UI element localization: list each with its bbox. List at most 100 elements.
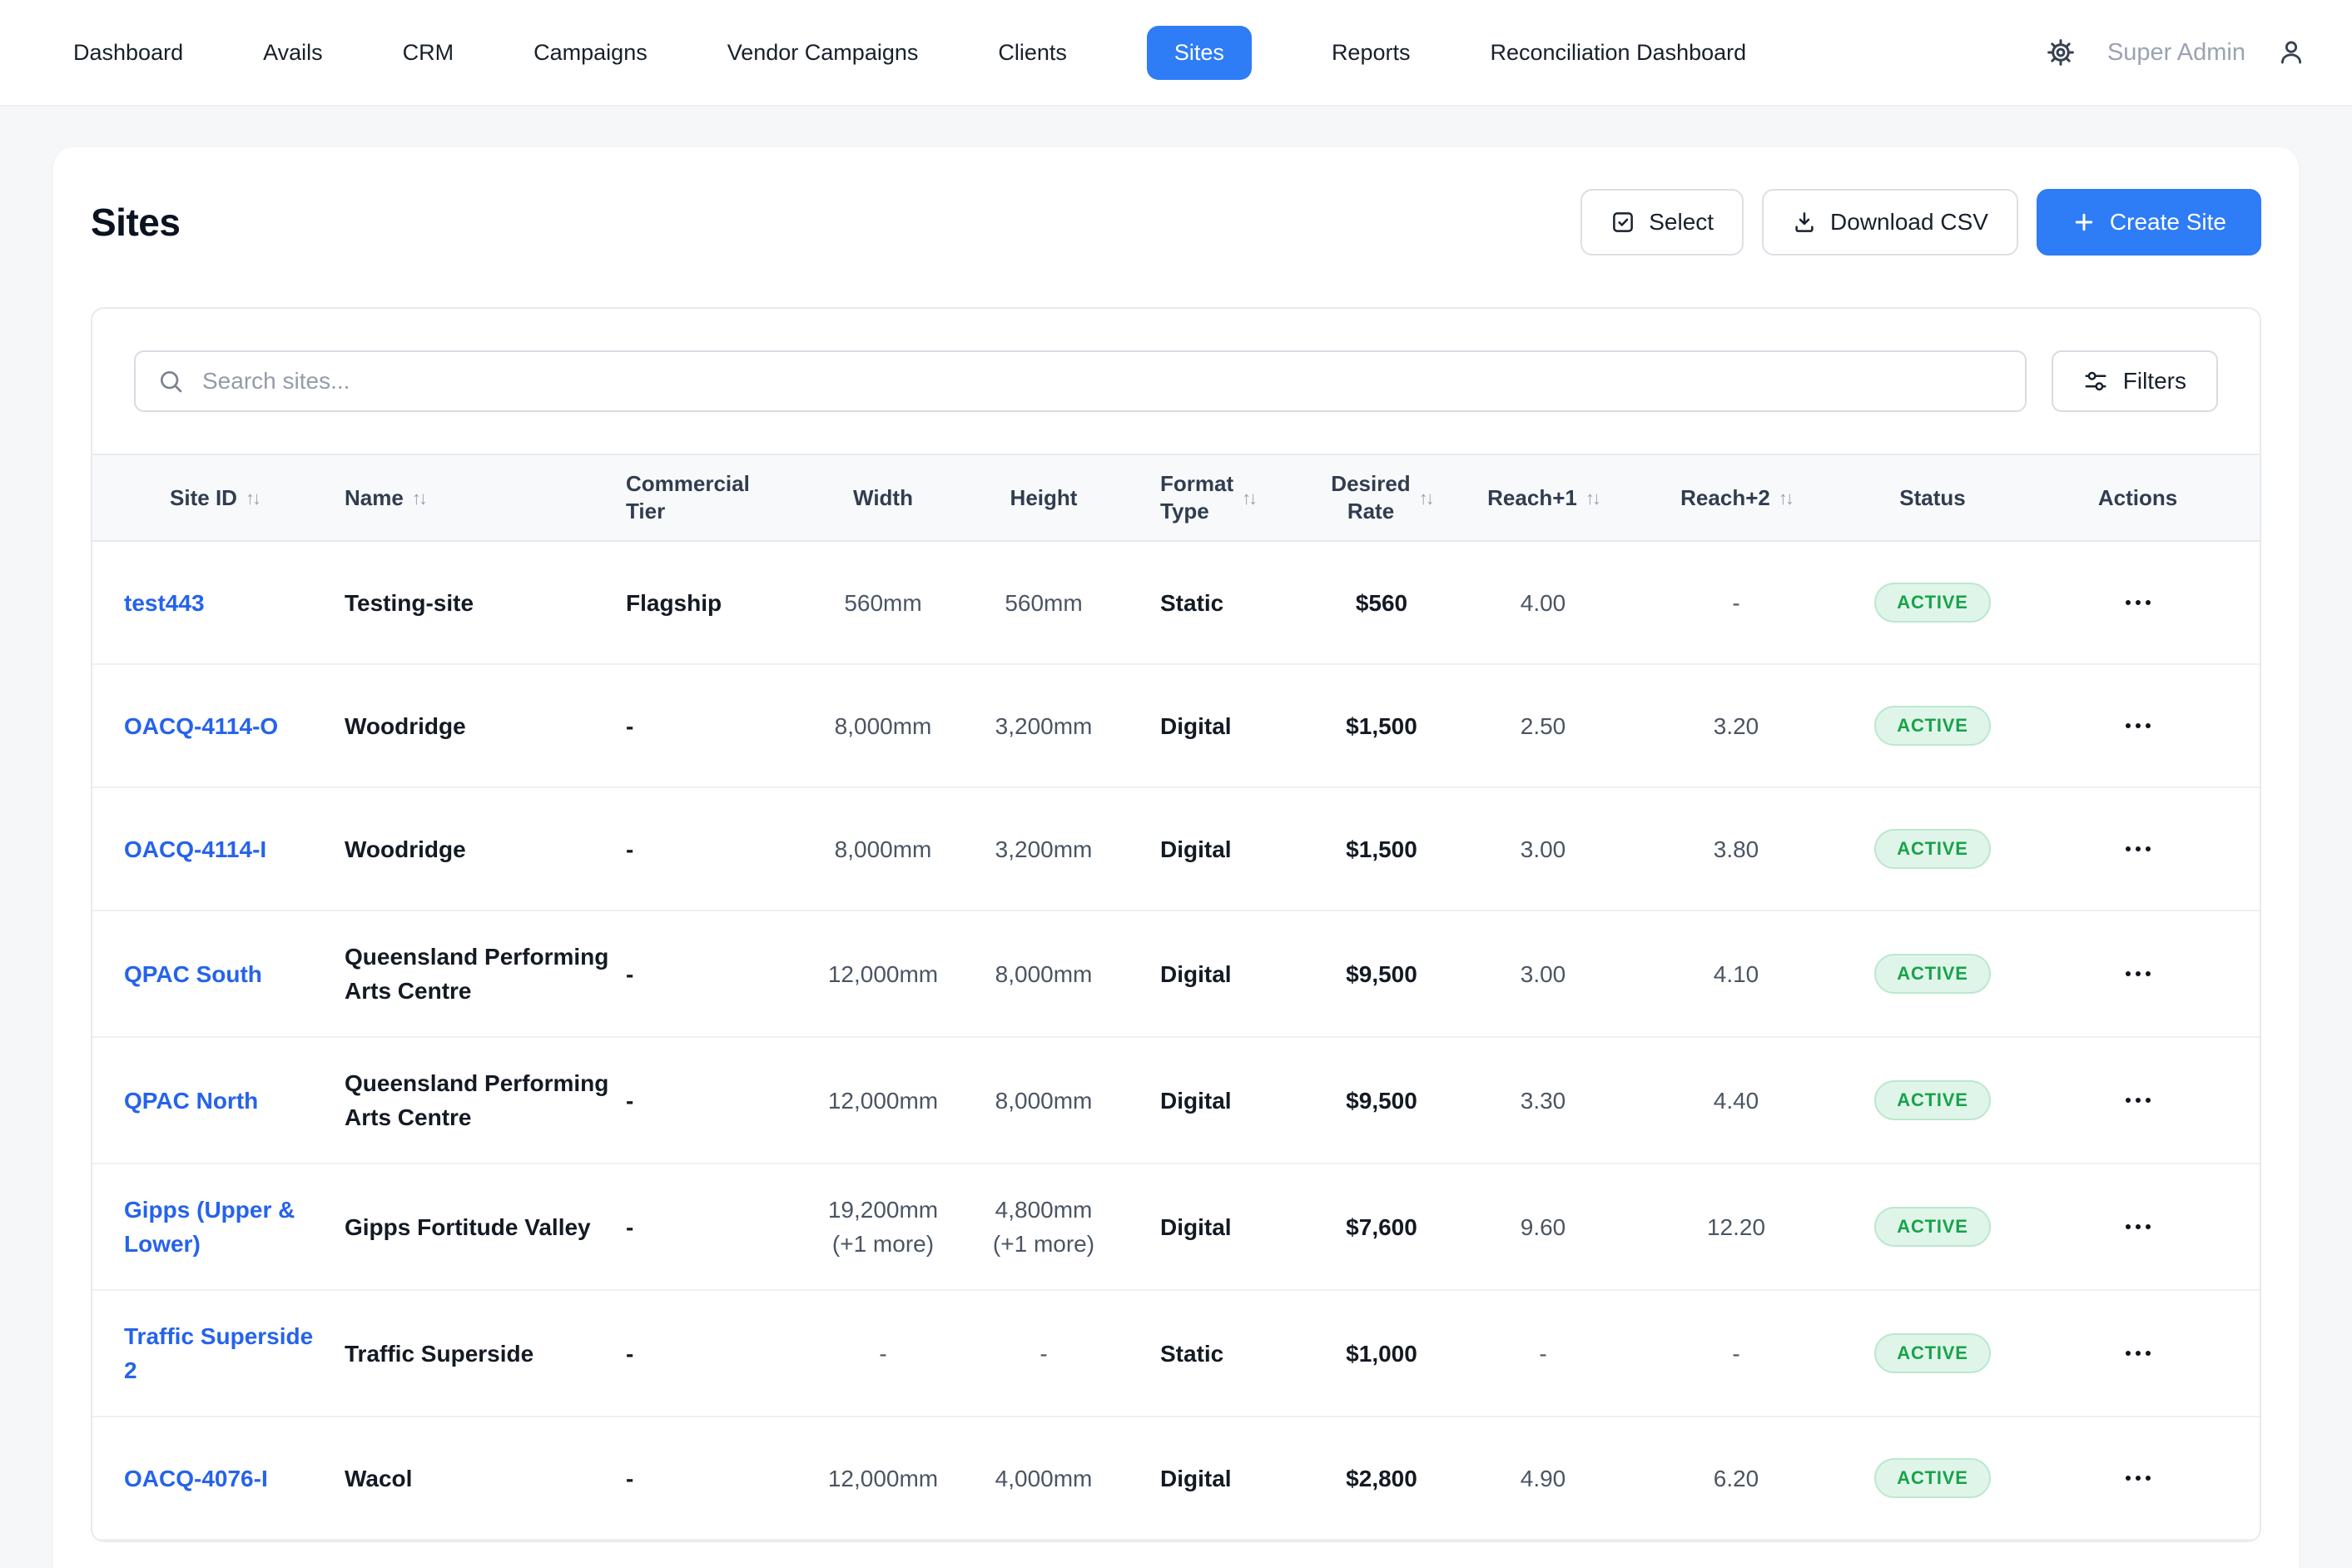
nav-item-reports[interactable]: Reports	[1332, 40, 1411, 66]
column-header-reach2[interactable]: Reach+2↑↓	[1623, 455, 1849, 540]
row-actions-button[interactable]	[2114, 1086, 2162, 1114]
cell-value: -	[879, 1337, 886, 1371]
cell-value: 4.40	[1714, 1084, 1759, 1118]
nav-item-reconciliation-dashboard[interactable]: Reconciliation Dashboard	[1490, 40, 1746, 66]
cell-value: -	[626, 1461, 633, 1496]
sort-arrows-icon[interactable]: ↑↓	[1779, 484, 1792, 512]
column-header-height: Height	[964, 455, 1124, 540]
site-id-link[interactable]: OACQ-4114-I	[124, 832, 266, 866]
cell-reach2: 12.20	[1623, 1164, 1849, 1289]
sort-arrows-icon[interactable]: ↑↓	[1419, 484, 1432, 512]
site-id-link[interactable]: test443	[124, 586, 205, 620]
user-menu-button[interactable]	[2277, 38, 2305, 67]
column-header-status: Status	[1849, 455, 2016, 540]
column-header-name[interactable]: Name↑↓	[336, 455, 618, 540]
site-id-link[interactable]: QPAC South	[124, 957, 262, 991]
sites-card: Sites Select	[53, 147, 2299, 1568]
cell-status: ACTIVE	[1849, 1164, 2016, 1289]
settings-button[interactable]	[2046, 37, 2076, 67]
cell-status: ACTIVE	[1849, 1038, 2016, 1163]
cell-value: 8,000mm	[995, 957, 1093, 991]
nav-item-sites[interactable]: Sites	[1147, 26, 1252, 80]
sort-arrows-icon[interactable]: ↑↓	[1242, 484, 1255, 512]
column-header-reach1[interactable]: Reach+1↑↓	[1463, 455, 1623, 540]
cell-value: 3.80	[1714, 832, 1759, 866]
column-header-format[interactable]: Format Type ↑↓	[1124, 455, 1300, 540]
table-header-row: Site ID↑↓Name↑↓Commercial TierWidthHeigh…	[92, 454, 2260, 542]
nav-item-campaigns[interactable]: Campaigns	[533, 40, 648, 66]
row-actions-button[interactable]	[2114, 1464, 2162, 1492]
cell-format: Digital	[1124, 788, 1300, 910]
site-id-link[interactable]: Traffic Superside 2	[124, 1319, 328, 1387]
column-header-rate[interactable]: Desired Rate↑↓	[1300, 455, 1463, 540]
cell-value: $1,000	[1346, 1337, 1417, 1371]
cell-value: 560mm	[844, 586, 921, 620]
nav-item-clients[interactable]: Clients	[998, 40, 1067, 66]
cell-value: 4.90	[1521, 1461, 1566, 1496]
cell-actions	[2016, 1291, 2260, 1416]
sort-arrows-icon[interactable]: ↑↓	[412, 484, 425, 512]
cell-actions	[2016, 1038, 2260, 1163]
cell-actions	[2016, 665, 2260, 786]
nav-item-dashboard[interactable]: Dashboard	[73, 40, 183, 66]
site-id-link[interactable]: OACQ-4076-I	[124, 1461, 268, 1496]
create-site-button[interactable]: Create Site	[2037, 189, 2261, 256]
row-actions-button[interactable]	[2114, 835, 2162, 863]
filters-button[interactable]: Filters	[2052, 350, 2218, 412]
site-id-link[interactable]: OACQ-4114-O	[124, 709, 278, 743]
sort-arrows-icon[interactable]: ↑↓	[1585, 484, 1599, 512]
cell-value: -	[626, 957, 633, 991]
table-row: OACQ-4114-IWoodridge-8,000mm3,200mmDigit…	[92, 788, 2260, 911]
site-id-link[interactable]: Gipps (Upper & Lower)	[124, 1193, 328, 1261]
cell-value: -	[1732, 586, 1739, 620]
nav-item-vendor-campaigns[interactable]: Vendor Campaigns	[727, 40, 919, 66]
row-actions-button[interactable]	[2114, 960, 2162, 988]
row-actions-button[interactable]	[2114, 1339, 2162, 1367]
cell-value: Queensland Performing Arts Centre	[345, 940, 609, 1008]
download-csv-button-label: Download CSV	[1830, 209, 1988, 236]
title-row: Sites Select	[91, 189, 2261, 256]
cell-tier: -	[618, 1291, 802, 1416]
cell-width: 8,000mm	[802, 788, 964, 910]
sort-arrows-icon[interactable]: ↑↓	[246, 484, 259, 512]
column-header-site_id[interactable]: Site ID↑↓	[92, 455, 336, 540]
cell-name: Gipps Fortitude Valley	[336, 1164, 618, 1289]
cell-reach2: -	[1623, 542, 1849, 663]
cell-reach1: 4.90	[1463, 1417, 1623, 1539]
site-id-link[interactable]: QPAC North	[124, 1084, 258, 1118]
nav-item-crm[interactable]: CRM	[403, 40, 454, 66]
cell-actions	[2016, 911, 2260, 1036]
cell-value: 3.20	[1714, 709, 1759, 743]
cell-tier: -	[618, 788, 802, 910]
column-header-actions: Actions	[2016, 455, 2260, 540]
search-input[interactable]	[134, 350, 2027, 412]
cell-reach2: -	[1623, 1291, 1849, 1416]
page-title: Sites	[91, 200, 180, 245]
cell-value: Wacol	[345, 1461, 412, 1496]
cell-site_id: OACQ-4076-I	[92, 1417, 336, 1539]
cell-value: 8,000mm	[835, 709, 932, 743]
cell-value: -	[626, 1210, 633, 1244]
select-button[interactable]: Select	[1580, 189, 1744, 256]
cell-tier: -	[618, 1038, 802, 1163]
check-square-icon	[1610, 210, 1635, 235]
nav-item-avails[interactable]: Avails	[263, 40, 323, 66]
cell-value: 3,200mm	[995, 709, 1093, 743]
download-csv-button[interactable]: Download CSV	[1762, 189, 2018, 256]
cell-site_id: QPAC North	[92, 1038, 336, 1163]
cell-reach1: 4.00	[1463, 542, 1623, 663]
column-header-width: Width	[802, 455, 964, 540]
cell-value: 12,000mm	[828, 1084, 938, 1118]
table-row: Traffic Superside 2Traffic Superside---S…	[92, 1291, 2260, 1417]
cell-value: 12,000mm	[828, 1461, 938, 1496]
cell-value: Testing-site	[345, 586, 474, 620]
cell-width: -	[802, 1291, 964, 1416]
row-actions-button[interactable]	[2114, 588, 2162, 617]
cell-tier: Flagship	[618, 542, 802, 663]
row-actions-button[interactable]	[2114, 1213, 2162, 1241]
column-header-label: Format Type	[1160, 470, 1233, 525]
cell-value: 8,000mm	[995, 1084, 1093, 1118]
cell-actions	[2016, 1417, 2260, 1539]
row-actions-button[interactable]	[2114, 712, 2162, 740]
status-badge: ACTIVE	[1874, 1333, 1990, 1373]
